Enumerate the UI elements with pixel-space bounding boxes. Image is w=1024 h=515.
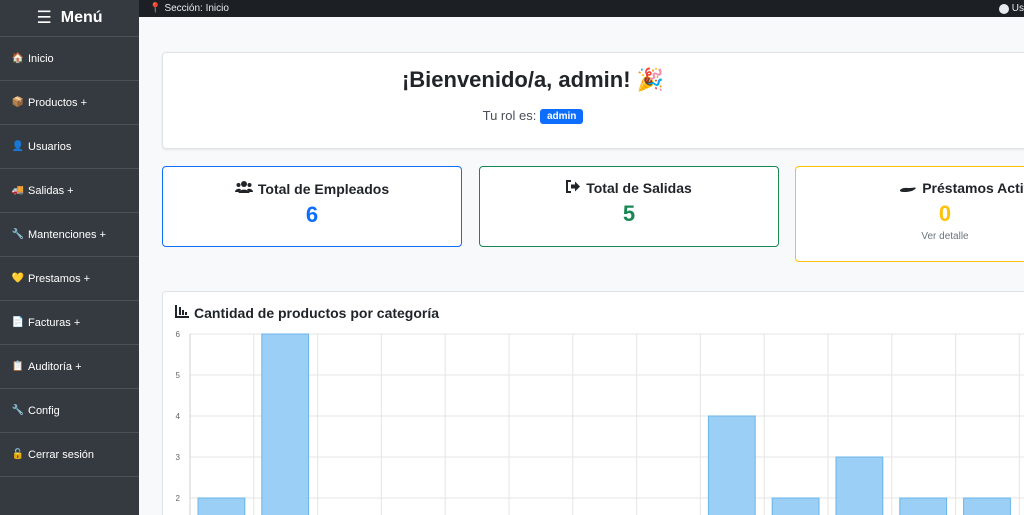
sidebar-item-icon: 📄 — [11, 317, 25, 328]
card-empleados: Total de Empleados 6 — [162, 166, 462, 247]
sidebar-item-2[interactable]: 👤 Usuarios — [0, 125, 139, 169]
card-prestamos-label: Préstamos Activos — [922, 180, 1024, 196]
sidebar-item-3[interactable]: 🚚 Salidas + — [0, 169, 139, 213]
sidebar-item-icon: 🔧 — [11, 405, 25, 416]
welcome-heading: ¡Bienvenido/a, admin! 🎉 — [163, 67, 903, 93]
sidebar-item-5[interactable]: 💛 Prestamos + — [0, 257, 139, 301]
card-prestamos[interactable]: Préstamos Activos 0 Ver detalle — [795, 166, 1024, 262]
sidebar-item-9[interactable]: 🔓 Cerrar sesión — [0, 433, 139, 477]
y-tick-label: 3 — [176, 453, 181, 462]
user-circle-icon — [998, 3, 1009, 14]
y-tick-label: 6 — [176, 330, 181, 339]
sidebar-item-label: Config — [28, 404, 60, 417]
card-empleados-label: Total de Empleados — [257, 180, 390, 197]
chart-bar — [261, 333, 310, 515]
sidebar-item-label: Prestamos + — [28, 272, 91, 285]
sidebar-item-icon: 📋 — [11, 361, 25, 372]
sidebar-item-label: Productos + — [28, 96, 88, 109]
sidebar-header[interactable]: ☰ Menú — [0, 0, 139, 37]
chart-title-text: Cantidad de productos por categoría — [194, 305, 440, 321]
sidebar-item-icon: 🔓 — [11, 449, 25, 460]
sidebar-item-1[interactable]: 📦 Productos + — [0, 81, 139, 125]
sidebar-item-label: Mantenciones + — [28, 228, 106, 241]
sidebar-item-7[interactable]: 📋 Auditoría + — [0, 345, 139, 389]
chart-line-icon — [175, 305, 189, 321]
chart-bar — [835, 456, 884, 515]
sidebar-item-label: Salidas + — [28, 184, 74, 197]
chart-card: 2 3 4 5 6 Cantidad de productos por categorí… — [162, 291, 1024, 515]
chart-bar — [771, 497, 820, 515]
menu-icon: ☰ — [36, 8, 52, 27]
card-salidas-title: Total de Salidas — [480, 180, 778, 196]
sidebar-item-icon: 🚚 — [11, 185, 25, 196]
card-empleados-value: 6 — [305, 202, 319, 227]
y-tick-label: 5 — [176, 371, 181, 380]
y-tick-label: 4 — [176, 412, 181, 421]
chart-bar — [963, 497, 1011, 515]
party-icon: 🎉 — [636, 67, 665, 92]
sidebar-item-label: Usuarios — [28, 140, 72, 153]
sidebar-item-0[interactable]: 🏠 Inicio — [0, 37, 139, 81]
y-tick-label: 2 — [176, 494, 181, 503]
location-pin-icon: 📍 — [149, 3, 162, 14]
chart-bar — [707, 415, 756, 515]
hand-holding-icon — [899, 180, 917, 196]
card-salidas-value: 5 — [622, 201, 636, 226]
card-empleados-title: Total de Empleados — [163, 180, 461, 197]
ver-detalle-link[interactable]: Ver detalle — [796, 231, 1024, 242]
card-salidas-label: Total de Salidas — [586, 180, 692, 196]
sign-out-icon — [566, 180, 581, 196]
sidebar-item-icon: 💛 — [11, 273, 25, 284]
user-label[interactable]: Us — [1012, 3, 1024, 14]
sidebar-item-icon: 👤 — [11, 141, 25, 152]
sidebar-item-icon: 🔧 — [11, 229, 25, 240]
welcome-text: ¡Bienvenido/a, admin! — [401, 67, 631, 92]
role-line: Tu rol es: admin — [163, 108, 903, 125]
chart-title: Cantidad de productos por categoría — [175, 305, 439, 321]
section-label: Sección: Inicio — [164, 3, 229, 14]
sidebar-item-label: Auditoría + — [28, 360, 82, 373]
sidebar-item-icon: 📦 — [11, 97, 25, 108]
role-badge: admin — [539, 109, 584, 125]
sidebar-title: Menú — [60, 9, 103, 26]
sidebar-item-label: Facturas + — [28, 316, 81, 329]
topbar: 📍 Sección: Inicio Us — [139, 0, 1024, 17]
sidebar-item-6[interactable]: 📄 Facturas + — [0, 301, 139, 345]
card-prestamos-value: 0 — [938, 201, 952, 226]
main-content: ¡Bienvenido/a, admin! 🎉 Tu rol es: admin… — [139, 17, 1024, 515]
card-salidas: Total de Salidas 5 — [479, 166, 779, 247]
chart-bar — [197, 497, 246, 515]
sidebar-item-label: Inicio — [28, 52, 54, 65]
chart-bar — [899, 497, 948, 515]
sidebar-item-4[interactable]: 🔧 Mantenciones + — [0, 213, 139, 257]
bar-chart: 2 3 4 5 6 — [176, 330, 1024, 515]
sidebar-item-icon: 🏠 — [11, 53, 25, 64]
welcome-card: ¡Bienvenido/a, admin! 🎉 Tu rol es: admin — [162, 52, 1024, 149]
sidebar-item-label: Cerrar sesión — [28, 448, 95, 461]
card-prestamos-title: Préstamos Activos — [796, 180, 1024, 196]
users-icon — [234, 180, 253, 197]
sidebar: ☰ Menú 🏠 Inicio 📦 Productos + 👤 Usuarios 🚚 Sali… — [0, 0, 139, 515]
role-label: Tu rol es: — [482, 108, 537, 123]
sidebar-item-8[interactable]: 🔧 Config — [0, 389, 139, 433]
